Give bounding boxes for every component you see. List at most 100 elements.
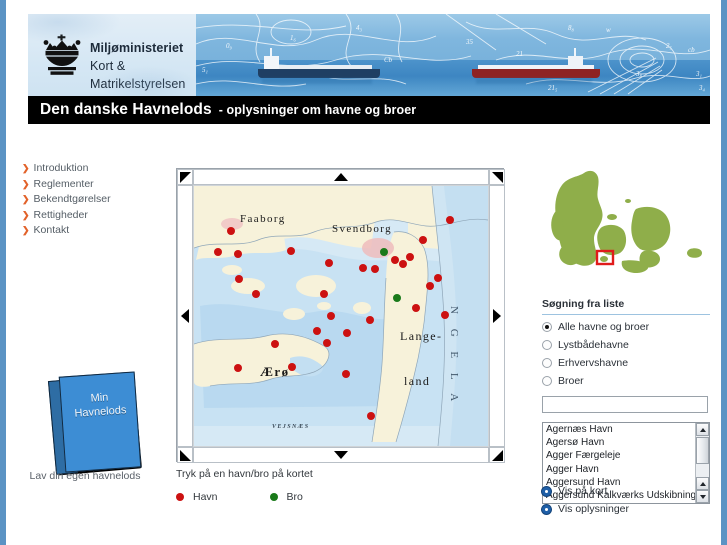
ship-superstructure xyxy=(568,56,583,69)
pan-left-button[interactable] xyxy=(177,185,193,447)
map-point-havn[interactable] xyxy=(234,364,242,372)
map-point-havn[interactable] xyxy=(288,363,296,371)
sidebar-item-label: Rettigheder xyxy=(33,208,88,221)
ship-superstructure xyxy=(264,56,279,69)
radio-button-icon[interactable] xyxy=(542,340,552,350)
map-point-havn[interactable] xyxy=(412,304,420,312)
map-point-havn[interactable] xyxy=(227,227,235,235)
list-item[interactable]: Agger Færgeleje xyxy=(543,449,709,462)
search-panel: Søgning fra liste Alle havne og broer Ly… xyxy=(542,298,710,504)
view-mode-options: Vis på kort Vis oplysninger xyxy=(541,485,711,521)
pan-southwest-button[interactable] xyxy=(177,447,193,463)
arrow-northwest-icon xyxy=(179,171,191,183)
map-point-havn[interactable] xyxy=(323,339,331,347)
arrow-down-icon xyxy=(334,451,348,459)
radio-button-icon[interactable] xyxy=(541,503,552,515)
sidebar-item-kontakt[interactable]: ❯ Kontakt xyxy=(22,224,162,240)
map-point-havn[interactable] xyxy=(325,259,333,267)
min-havnelods-book[interactable]: Min Havnelods xyxy=(40,368,160,478)
map-point-havn[interactable] xyxy=(343,329,351,337)
map-point-havn[interactable] xyxy=(446,216,454,224)
pan-down-button[interactable] xyxy=(193,447,489,463)
radio-button-icon[interactable] xyxy=(542,376,552,386)
map-point-havn[interactable] xyxy=(366,316,374,324)
arrow-up-icon xyxy=(699,427,706,432)
list-item[interactable]: Agger Havn xyxy=(543,463,709,476)
sidebar-item-label: Introduktion xyxy=(33,162,89,174)
map-point-havn[interactable] xyxy=(406,253,414,261)
map-point-havn[interactable] xyxy=(359,264,367,272)
pan-up-button[interactable] xyxy=(193,169,489,185)
chevron-right-icon: ❯ xyxy=(22,163,30,173)
map-legend: Tryk på en havn/bro på kortet Havn Bro xyxy=(176,468,506,503)
radio-label: Erhvervshavne xyxy=(558,357,629,369)
arrow-southwest-icon xyxy=(179,449,191,461)
page-right-edge xyxy=(721,0,727,545)
map-point-havn[interactable] xyxy=(391,256,399,264)
radio-label: Alle havne og broer xyxy=(558,321,650,333)
map-point-havn[interactable] xyxy=(342,370,350,378)
book-title: Min Havnelods xyxy=(65,390,135,422)
radio-button-icon[interactable] xyxy=(541,485,552,497)
map-point-havn[interactable] xyxy=(313,327,321,335)
ship-reflection xyxy=(476,78,592,84)
svg-text:2₅: 2₅ xyxy=(666,42,673,50)
radio-label: Vis oplysninger xyxy=(558,503,630,515)
map-point-havn[interactable] xyxy=(252,290,260,298)
svg-text:cb: cb xyxy=(688,46,695,54)
map-point-havn[interactable] xyxy=(320,290,328,298)
radio-button-icon[interactable] xyxy=(542,358,552,368)
map-point-havn[interactable] xyxy=(371,265,379,273)
radio-vis-paa-kort[interactable]: Vis på kort xyxy=(541,485,711,497)
denmark-overview-shape xyxy=(551,170,702,273)
radio-erhvervshavne[interactable]: Erhvervshavne xyxy=(542,357,710,369)
denmark-overview-map[interactable] xyxy=(540,165,710,285)
map-point-havn[interactable] xyxy=(271,340,279,348)
pan-northeast-button[interactable] xyxy=(489,169,505,185)
svg-text:3₈: 3₈ xyxy=(635,70,643,78)
map-point-havn[interactable] xyxy=(234,250,242,258)
map-point-havn[interactable] xyxy=(327,312,335,320)
list-item[interactable]: Agersø Havn xyxy=(543,436,709,449)
legend-label-bro: Bro xyxy=(286,491,303,503)
map-point-bro[interactable] xyxy=(380,248,388,256)
map-point-havn[interactable] xyxy=(214,248,222,256)
map-point-havn[interactable] xyxy=(419,236,427,244)
map-point-bro[interactable] xyxy=(393,294,401,302)
book-front-cover xyxy=(58,371,142,473)
pan-right-button[interactable] xyxy=(489,185,505,447)
arrow-right-icon xyxy=(493,309,501,323)
sidebar-item-label: Kontakt xyxy=(33,224,70,236)
page-left-edge xyxy=(0,0,6,545)
map-label-faaborg: Faaborg xyxy=(240,213,286,225)
ship-hull xyxy=(258,69,380,78)
pan-northwest-button[interactable] xyxy=(177,169,193,185)
map-point-havn[interactable] xyxy=(434,274,442,282)
pan-southeast-button[interactable] xyxy=(489,447,505,463)
map-point-havn[interactable] xyxy=(426,282,434,290)
sidebar-item-rettigheder[interactable]: ❯ Rettigheder xyxy=(22,209,162,225)
map-point-havn[interactable] xyxy=(367,412,375,420)
radio-button-icon[interactable] xyxy=(542,322,552,332)
radio-lystbaadehavne[interactable]: Lystbådehavne xyxy=(542,339,710,351)
scrollbar-thumb[interactable] xyxy=(696,437,709,464)
scroll-up-button[interactable] xyxy=(696,423,709,436)
legend-dot-bro xyxy=(269,493,278,501)
map-point-havn[interactable] xyxy=(235,275,243,283)
list-item[interactable]: Agernæs Havn xyxy=(543,423,709,436)
map-point-havn[interactable] xyxy=(441,311,449,319)
svg-text:21₅: 21₅ xyxy=(548,84,558,92)
nautical-chart-canvas[interactable]: Faaborg Svendborg Ærø Lange- land VEJSNÆ… xyxy=(193,185,489,447)
ministry-name: Miljøministeriet xyxy=(90,41,184,55)
sidebar-item-bekendtgorelser[interactable]: ❯ Bekendtgørelser xyxy=(22,193,162,209)
map-instruction-text: Tryk på en havn/bro på kortet xyxy=(176,468,313,480)
radio-alle-havne-og-broer[interactable]: Alle havne og broer xyxy=(542,321,710,333)
search-input[interactable] xyxy=(542,396,708,413)
map-point-havn[interactable] xyxy=(287,247,295,255)
radio-broer[interactable]: Broer xyxy=(542,375,710,387)
map-point-havn[interactable] xyxy=(399,260,407,268)
radio-vis-oplysninger[interactable]: Vis oplysninger xyxy=(541,503,711,515)
page-title: Den danske Havnelods xyxy=(40,101,212,118)
sidebar-item-introduktion[interactable]: ❯ Introduktion xyxy=(22,162,162,178)
sidebar-item-reglementer[interactable]: ❯ Reglementer xyxy=(22,178,162,194)
